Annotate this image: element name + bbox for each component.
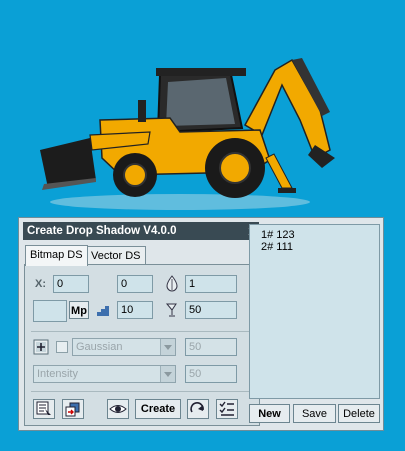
list-item[interactable]: 2# 111 — [261, 241, 293, 253]
chevron-down-icon — [160, 339, 175, 355]
dialog-title: Create Drop Shadow V4.0.0 — [27, 225, 177, 237]
chevron-down-icon — [160, 366, 175, 382]
list-item[interactable]: 1# 123 — [261, 229, 295, 241]
add-filter-icon[interactable] — [33, 339, 49, 355]
checklist-icon — [219, 401, 234, 416]
transparency-field[interactable]: 50 — [185, 301, 237, 319]
transparency-glass-icon — [165, 303, 177, 317]
tab-bitmap-ds[interactable]: Bitmap DS — [25, 245, 88, 266]
x-offset-field[interactable]: 0 — [53, 275, 89, 293]
preview-button[interactable] — [107, 399, 129, 419]
shadow-color-swatch[interactable] — [33, 300, 67, 322]
mp-button[interactable]: Mp — [69, 301, 89, 319]
dialog-title-bar: Create Drop Shadow V4.0.0 x — [23, 222, 259, 240]
checklist-button[interactable] — [216, 399, 238, 419]
x-label: X: — [35, 278, 46, 290]
apply-shadow-icon — [65, 402, 80, 417]
filter-mode-select[interactable]: Intensity — [33, 365, 176, 383]
select-object-button[interactable] — [33, 399, 55, 419]
backhoe-loader-image — [40, 58, 335, 210]
shadow-presets-list[interactable]: 1# 123 2# 111 — [249, 224, 380, 399]
select-object-icon — [36, 401, 51, 417]
enable-filter-checkbox[interactable] — [56, 341, 68, 353]
opacity-drop-icon — [166, 275, 178, 292]
opacity-field[interactable]: 1 — [185, 275, 237, 293]
blur-field[interactable]: 10 — [117, 301, 153, 319]
bitmap-ds-panel: X: 0 Y: 0 1 Mp 10 50 Gaussian — [24, 264, 260, 426]
filter-type-value: Gaussian — [76, 341, 123, 353]
blur-stairs-icon — [97, 306, 109, 316]
separator — [31, 331, 255, 332]
filter-mode-value: Intensity — [37, 368, 78, 380]
save-button[interactable]: Save — [293, 404, 336, 423]
tab-vector-ds[interactable]: Vector DS — [86, 246, 146, 265]
delete-button[interactable]: Delete — [338, 404, 380, 423]
filter-type-amount-field[interactable]: 50 — [185, 338, 237, 356]
y-offset-field[interactable]: 0 — [117, 275, 153, 293]
separator — [31, 391, 255, 392]
refresh-icon — [190, 402, 204, 413]
apply-shadow-button[interactable] — [62, 399, 84, 419]
refresh-button[interactable] — [187, 399, 209, 419]
eye-icon — [109, 405, 127, 413]
filter-mode-amount-field[interactable]: 50 — [185, 365, 237, 383]
create-button[interactable]: Create — [135, 399, 181, 419]
new-button[interactable]: New — [249, 404, 290, 423]
filter-type-select[interactable]: Gaussian — [72, 338, 176, 356]
